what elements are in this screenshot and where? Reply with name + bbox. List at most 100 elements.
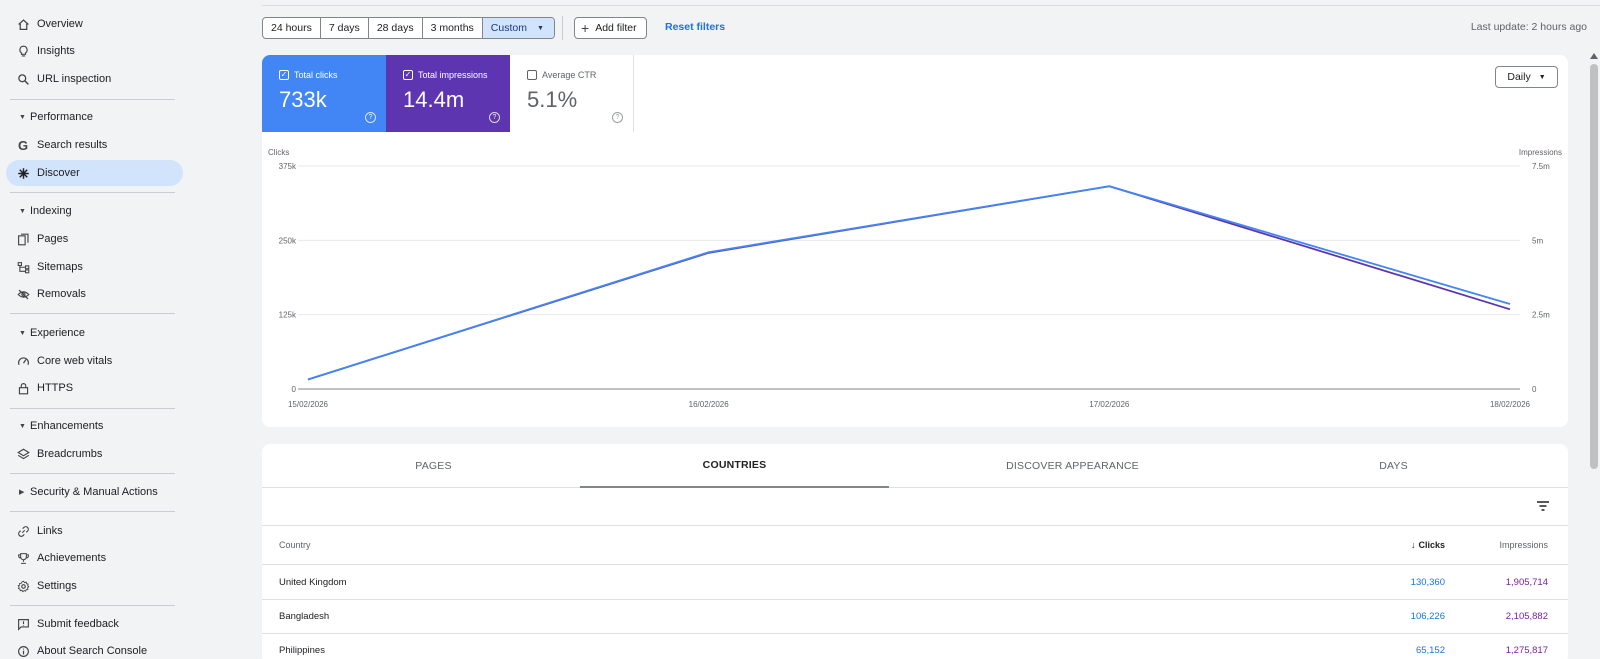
reset-filters-link[interactable]: Reset filters <box>665 21 725 33</box>
y-tick-label-left: 250k <box>279 236 297 245</box>
filter-icon[interactable] <box>1536 500 1550 512</box>
trophy-icon <box>6 552 34 565</box>
sidebar-item-discover[interactable]: Discover <box>6 160 183 186</box>
google-g-icon: G <box>17 137 29 153</box>
sidebar-item-https[interactable]: HTTPS <box>6 375 183 401</box>
y-tick-label-right: 2.5m <box>1532 311 1550 320</box>
impressions-cell: 1,905,714 <box>1505 577 1548 588</box>
table-filter-row <box>262 488 1568 526</box>
sidebar-item-settings[interactable]: Settings <box>6 573 183 599</box>
sidebar-item-label: Core web vitals <box>37 355 113 367</box>
tab-days[interactable]: DAYS <box>1239 444 1548 488</box>
sidebar-item-label: Links <box>37 525 63 537</box>
page-scrollbar[interactable] <box>1589 50 1599 659</box>
sidebar-item-insights[interactable]: Insights <box>6 38 183 64</box>
y-tick-label-left: 375k <box>279 162 297 171</box>
add-filter-button[interactable]: + Add filter <box>574 17 647 39</box>
table-header: Country ↓ Clicks Impressions <box>262 526 1568 565</box>
table-row[interactable]: United Kingdom 130,360 1,905,714 <box>262 566 1568 600</box>
clicks-cell: 130,360 <box>1410 577 1445 588</box>
x-tick-label: 16/02/2026 <box>689 400 730 409</box>
y-axis-title-right: Impressions <box>1519 148 1562 157</box>
range-7-days-button[interactable]: 7 days <box>321 18 369 38</box>
line-chart: Clicks Impressions 0 125k 250k 375k 0 2.5m 5m 7.5… <box>268 148 1562 409</box>
y-tick-label-left: 0 <box>292 385 297 394</box>
column-header-clicks[interactable]: ↓ Clicks <box>1411 540 1445 550</box>
sidebar-item-label: Achievements <box>37 552 107 564</box>
impressions-cell: 1,275,817 <box>1505 645 1548 656</box>
caret-down-icon: ▼ <box>19 113 26 121</box>
range-3-months-button[interactable]: 3 months <box>423 18 483 38</box>
link-icon <box>6 525 34 538</box>
sidebar-item-achievements[interactable]: Achievements <box>6 545 183 571</box>
feedback-icon <box>6 618 34 631</box>
y-tick-label-left: 125k <box>279 311 297 320</box>
range-24-hours-button[interactable]: 24 hours <box>263 18 321 38</box>
column-header-label: Clicks <box>1418 540 1445 550</box>
sidebar-item-sitemaps[interactable]: Sitemaps <box>6 254 183 280</box>
sidebar-item-core-web-vitals[interactable]: Core web vitals <box>6 348 183 374</box>
add-filter-label: Add filter <box>595 22 637 34</box>
sidebar-item-search-results[interactable]: G Search results <box>6 132 183 158</box>
y-tick-label-right: 5m <box>1532 236 1543 245</box>
sidebar-item-label: Submit feedback <box>37 618 119 630</box>
sidebar-item-pages[interactable]: Pages <box>6 226 183 252</box>
series-line-clicks <box>307 185 1511 381</box>
caret-down-icon: ▼ <box>536 24 544 32</box>
column-header-country[interactable]: Country <box>279 540 311 550</box>
section-label: Experience <box>30 327 86 339</box>
sidebar-item-url-inspection[interactable]: URL inspection <box>6 66 183 92</box>
country-cell: Philippines <box>279 645 325 656</box>
caret-down-icon: ▼ <box>19 422 26 430</box>
sidebar-divider <box>10 408 175 409</box>
scroll-up-arrow-icon[interactable] <box>1590 53 1598 59</box>
sidebar-divider <box>10 99 175 100</box>
top-divider <box>262 5 1600 6</box>
sidebar-item-overview[interactable]: Overview <box>6 11 183 37</box>
caret-down-icon: ▼ <box>19 329 26 337</box>
sidebar-section-performance[interactable]: ▼ Performance <box>12 107 93 127</box>
sidebar-section-experience[interactable]: ▼ Experience <box>12 323 85 343</box>
sidebar-item-label: Insights <box>37 45 75 57</box>
layers-icon <box>6 448 34 461</box>
sidebar-section-security[interactable]: ▶ Security & Manual Actions <box>12 482 158 502</box>
sidebar-section-indexing[interactable]: ▼ Indexing <box>12 201 72 221</box>
tab-discover-appearance[interactable]: DISCOVER APPEARANCE <box>918 444 1227 488</box>
sidebar-item-label: URL inspection <box>37 73 112 85</box>
sidebar-item-links[interactable]: Links <box>6 518 183 544</box>
last-update-text: Last update: 2 hours ago <box>1470 21 1587 33</box>
sidebar-item-label: HTTPS <box>37 382 74 394</box>
tab-countries[interactable]: COUNTRIES <box>580 444 889 488</box>
sidebar-item-label: Overview <box>37 18 83 30</box>
section-label: Indexing <box>30 205 72 217</box>
sidebar-item-removals[interactable]: Removals <box>6 281 183 307</box>
scrollbar-thumb[interactable] <box>1590 64 1598 469</box>
section-label: Security & Manual Actions <box>30 486 158 498</box>
section-label: Enhancements <box>30 420 104 432</box>
tab-pages[interactable]: PAGES <box>279 444 588 488</box>
country-cell: Bangladesh <box>279 611 330 622</box>
table-row[interactable]: Bangladesh 106,226 2,105,882 <box>262 600 1568 634</box>
performance-chart-card: ✓ Total clicks 733k ? ✓ Total impression… <box>262 55 1568 427</box>
sidebar-item-label: Breadcrumbs <box>37 448 103 460</box>
x-tick-label: 15/02/2026 <box>288 400 329 409</box>
pages-icon <box>6 233 34 246</box>
gauge-icon <box>6 355 34 368</box>
eye-off-icon <box>6 288 34 301</box>
sidebar-item-submit-feedback[interactable]: Submit feedback <box>6 611 183 637</box>
range-custom-button[interactable]: Custom ▼ <box>482 18 554 38</box>
lock-icon <box>6 382 34 395</box>
search-icon <box>6 73 34 86</box>
column-header-impressions[interactable]: Impressions <box>1499 540 1548 550</box>
y-tick-label-right: 7.5m <box>1532 162 1550 171</box>
plus-icon: + <box>581 20 590 36</box>
sidebar-section-enhancements[interactable]: ▼ Enhancements <box>12 416 103 436</box>
y-tick-label-right: 0 <box>1532 385 1537 394</box>
custom-label: Custom <box>490 22 527 34</box>
sidebar: Overview Insights URL inspection ▼ Perfo… <box>0 0 190 659</box>
range-28-days-button[interactable]: 28 days <box>369 18 423 38</box>
sidebar-item-breadcrumbs[interactable]: Breadcrumbs <box>6 441 183 467</box>
sidebar-item-label: Search results <box>37 139 108 151</box>
sidebar-item-about[interactable]: About Search Console <box>6 638 183 659</box>
table-row[interactable]: Philippines 65,152 1,275,817 <box>262 634 1568 659</box>
